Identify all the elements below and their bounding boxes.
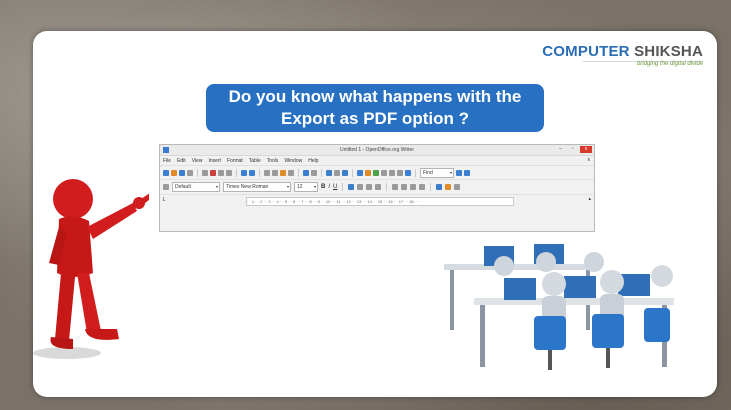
hyperlink-icon[interactable] — [326, 169, 332, 176]
underline-button[interactable]: U — [333, 184, 337, 190]
numbering-icon[interactable] — [392, 184, 399, 190]
email-icon[interactable] — [187, 169, 193, 176]
edit-file-icon[interactable] — [202, 169, 208, 176]
print-icon[interactable] — [218, 169, 224, 176]
increase-indent-icon[interactable] — [419, 184, 426, 190]
styles-icon[interactable] — [163, 184, 169, 190]
print-preview-icon[interactable] — [226, 169, 232, 176]
help-icon[interactable] — [405, 169, 411, 176]
maximize-button[interactable]: ▫ — [568, 146, 577, 153]
font-name-select[interactable]: Times New Roman ▾ — [223, 182, 291, 192]
ruler-bar: L · · 1 · · 2 · · 3 · · 4 · · 5 · · 6 · … — [160, 195, 594, 207]
standard-toolbar: Find ▾ — [160, 166, 594, 180]
menu-edit[interactable]: Edit — [177, 158, 186, 164]
writer-window-title: Untitled 1 - OpenOffice.org Writer — [339, 147, 414, 153]
cut-icon[interactable] — [264, 169, 270, 176]
banner-line-2: Export as PDF option ? — [281, 109, 469, 128]
bullets-icon[interactable] — [401, 184, 408, 190]
font-color-icon[interactable] — [436, 184, 443, 190]
logo-part1: COMPUTER — [542, 43, 630, 60]
paragraph-style-select[interactable]: Default ▾ — [172, 182, 220, 192]
menu-insert[interactable]: Insert — [208, 158, 221, 164]
question-banner: Do you know what happens with the Export… — [206, 84, 544, 132]
autospell-icon[interactable] — [249, 169, 255, 176]
spellcheck-icon[interactable] — [241, 169, 247, 176]
pointing-figure-illustration — [33, 179, 149, 359]
writer-menubar: File Edit View Insert Format Table Tools… — [160, 156, 594, 166]
horizontal-ruler[interactable]: · · 1 · · 2 · · 3 · · 4 · · 5 · · 6 · · … — [246, 197, 514, 206]
font-size-select[interactable]: 12 ▾ — [294, 182, 318, 192]
highlighting-icon[interactable] — [445, 184, 452, 190]
background-color-icon[interactable] — [454, 184, 461, 190]
menu-view[interactable]: View — [192, 158, 203, 164]
undo-icon[interactable] — [303, 169, 309, 176]
logo-tagline: bridging the digital divide — [636, 61, 703, 67]
export-pdf-icon[interactable] — [210, 169, 216, 176]
new-document-icon[interactable] — [163, 169, 169, 176]
format-paintbrush-icon[interactable] — [288, 169, 294, 176]
scroll-up-icon[interactable]: ▴ — [588, 196, 591, 202]
find-replace-icon[interactable] — [357, 169, 363, 176]
menu-file[interactable]: File — [163, 158, 171, 164]
open-folder-icon[interactable] — [171, 169, 177, 176]
formatting-toolbar: Default ▾ Times New Roman ▾ 12 ▾ B I U — [160, 180, 594, 195]
save-icon[interactable] — [179, 169, 185, 176]
decrease-indent-icon[interactable] — [410, 184, 417, 190]
close-button[interactable]: x — [580, 146, 592, 153]
find-previous-icon[interactable] — [464, 169, 470, 176]
show-draw-icon[interactable] — [342, 169, 348, 176]
menu-help[interactable]: Help — [308, 158, 318, 164]
document-close-icon[interactable]: x — [588, 157, 591, 163]
align-right-icon[interactable] — [366, 184, 373, 190]
logo-part2: SHIKSHA — [634, 43, 703, 60]
menu-window[interactable]: Window — [284, 158, 302, 164]
gallery-icon[interactable] — [373, 169, 379, 176]
align-left-icon[interactable] — [348, 184, 355, 190]
menu-table[interactable]: Table — [249, 158, 261, 164]
find-next-icon[interactable] — [456, 169, 462, 176]
bold-button[interactable]: B — [321, 184, 325, 190]
menu-tools[interactable]: Tools — [267, 158, 279, 164]
italic-button[interactable]: I — [328, 184, 330, 190]
logo: COMPUTER SHIKSHA bridging the digital di… — [542, 43, 703, 67]
banner-line-1: Do you know what happens with the — [228, 87, 522, 106]
navigator-icon[interactable] — [365, 169, 371, 176]
align-center-icon[interactable] — [357, 184, 364, 190]
tab-stop-icon[interactable]: L — [163, 197, 166, 203]
justify-icon[interactable] — [375, 184, 382, 190]
menu-format[interactable]: Format — [227, 158, 243, 164]
copy-icon[interactable] — [272, 169, 278, 176]
paste-icon[interactable] — [280, 169, 286, 176]
zoom-icon[interactable] — [397, 169, 403, 176]
computer-class-illustration — [444, 244, 674, 370]
redo-icon[interactable] — [311, 169, 317, 176]
writer-titlebar: Untitled 1 - OpenOffice.org Writer – ▫ x — [160, 145, 594, 156]
minimize-button[interactable]: – — [556, 146, 565, 153]
find-input[interactable]: Find ▾ — [420, 167, 454, 178]
table-icon[interactable] — [334, 169, 340, 176]
nonprinting-chars-icon[interactable] — [389, 169, 395, 176]
datasources-icon[interactable] — [381, 169, 387, 176]
